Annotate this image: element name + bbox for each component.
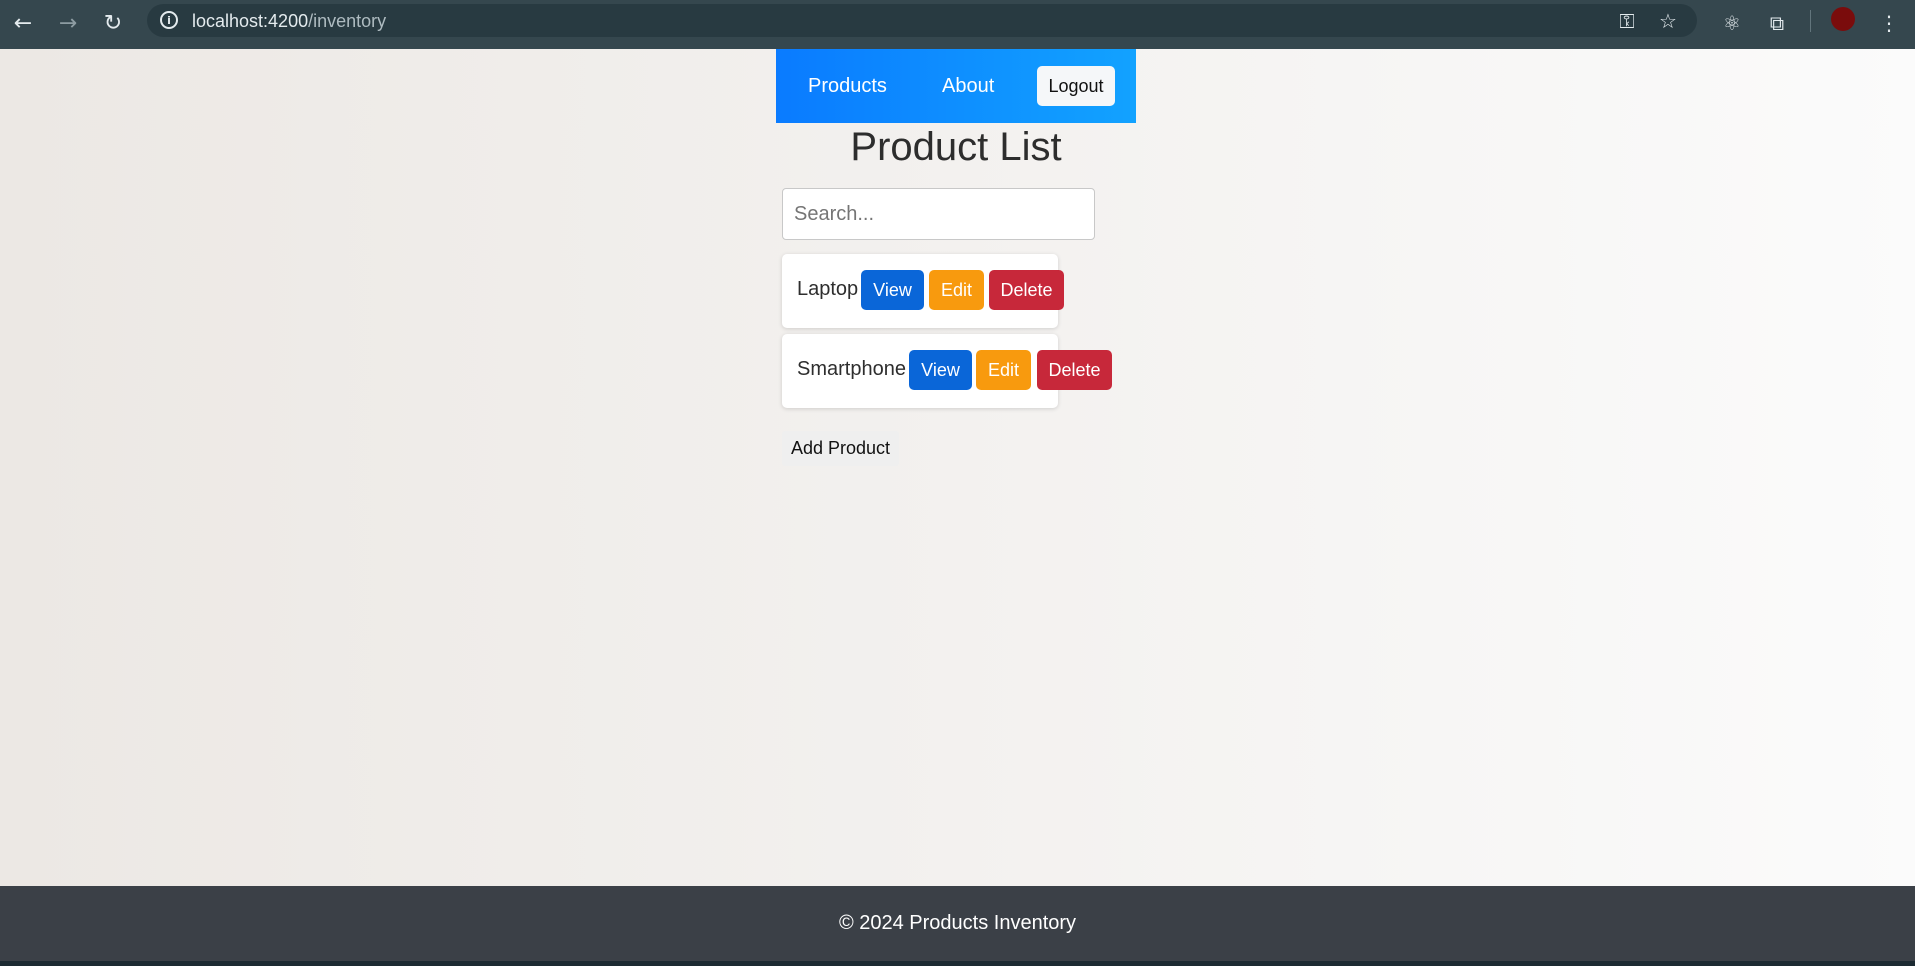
toolbar-divider [1810, 10, 1811, 32]
product-card: Laptop View Edit Delete [782, 254, 1064, 328]
view-button[interactable]: View [861, 270, 924, 310]
search-input[interactable] [782, 188, 1095, 240]
edit-button[interactable]: Edit [929, 270, 984, 310]
edit-button[interactable]: Edit [976, 350, 1031, 390]
back-arrow-icon[interactable]: ← [6, 6, 40, 40]
add-product-button[interactable]: Add Product [782, 431, 899, 466]
profile-avatar[interactable] [1831, 7, 1855, 31]
page-footer: © 2024 Products Inventory [0, 886, 1915, 961]
url-host: localhost:4200 [192, 11, 309, 31]
desktop-taskbar-edge [0, 961, 1915, 966]
kebab-menu-icon[interactable]: ⋮ [1872, 6, 1906, 40]
address-bar[interactable]: i localhost:4200/inventory ⚿ ☆ [147, 4, 1697, 37]
browser-toolbar: ← → ↻ i localhost:4200/inventory ⚿ ☆ ⚛ ⧉… [0, 0, 1915, 49]
product-name: Laptop [797, 278, 859, 300]
forward-arrow-icon[interactable]: → [51, 6, 85, 40]
logout-button[interactable]: Logout [1037, 66, 1115, 106]
url-text[interactable]: localhost:4200/inventory [192, 11, 386, 32]
product-card: Smartphone View Edit Delete [782, 334, 1112, 408]
page-title: Product List [850, 125, 1062, 169]
view-button[interactable]: View [909, 350, 972, 390]
product-name: Smartphone [797, 358, 906, 380]
footer-text: © 2024 Products Inventory [838, 912, 1077, 934]
info-icon[interactable]: i [160, 11, 178, 29]
nav-link-products[interactable]: Products [808, 75, 887, 98]
delete-button[interactable]: Delete [1037, 350, 1112, 390]
key-icon[interactable]: ⚿ [1614, 8, 1640, 34]
nav-link-about[interactable]: About [942, 75, 994, 98]
star-icon[interactable]: ☆ [1655, 8, 1681, 34]
delete-button[interactable]: Delete [989, 270, 1064, 310]
reload-icon[interactable]: ↻ [96, 6, 130, 40]
url-path: /inventory [308, 11, 387, 31]
page-content: Products About Logout Product List Lapto… [0, 49, 1915, 961]
puzzle-icon[interactable]: ⧉ [1760, 6, 1794, 40]
react-icon[interactable]: ⚛ [1715, 6, 1749, 40]
app-navbar: Products About Logout [776, 49, 1136, 123]
